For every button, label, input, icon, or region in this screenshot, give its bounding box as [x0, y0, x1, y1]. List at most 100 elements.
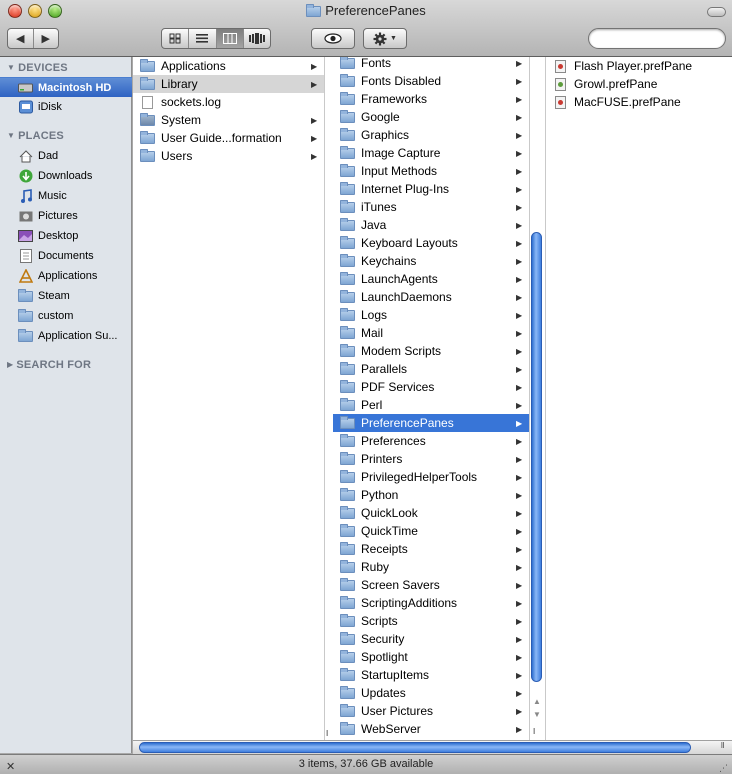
list-view-button[interactable] — [189, 29, 217, 48]
resize-grip-icon[interactable]: ⋰ — [719, 759, 728, 774]
folder-item[interactable]: Receipts ▶ — [333, 540, 529, 558]
sidebar-item-steam[interactable]: Steam — [0, 286, 132, 306]
toolbar-toggle-button[interactable] — [707, 7, 726, 17]
horizontal-scroll-thumb[interactable] — [139, 742, 691, 753]
item-label: Input Methods — [361, 164, 438, 178]
column-2-scroll-thumb[interactable] — [531, 232, 542, 682]
folder-item[interactable]: Applications ▶ — [133, 57, 324, 75]
folder-icon — [339, 91, 355, 106]
sidebar-item-macintosh-hd[interactable]: Macintosh HD — [0, 77, 132, 97]
disclosure-arrow-icon: ▶ — [516, 490, 523, 500]
folder-item[interactable]: Preferences ▶ — [333, 432, 529, 450]
disclosure-triangle-icon[interactable]: ▶ — [7, 360, 13, 369]
sidebar-item-dad[interactable]: Dad — [0, 146, 132, 166]
file-item[interactable]: Flash Player.prefPane — [546, 57, 732, 75]
folder-item[interactable]: System ▶ — [133, 111, 324, 129]
folder-item[interactable]: Keychains ▶ — [333, 252, 529, 270]
folder-item[interactable]: Fonts Disabled ▶ — [333, 72, 529, 90]
folder-item[interactable]: Parallels ▶ — [333, 360, 529, 378]
sidebar-item-desktop[interactable]: Desktop — [0, 226, 132, 246]
folder-item[interactable]: Google ▶ — [333, 108, 529, 126]
folder-item[interactable]: LaunchDaemons ▶ — [333, 288, 529, 306]
forward-button[interactable]: ▶ — [34, 29, 59, 48]
disclosure-triangle-icon[interactable]: ▼ — [7, 131, 15, 140]
folder-item[interactable]: Input Methods ▶ — [333, 162, 529, 180]
folder-item[interactable]: Keyboard Layouts ▶ — [333, 234, 529, 252]
file-item[interactable]: Growl.prefPane — [546, 75, 732, 93]
quick-look-button[interactable] — [311, 28, 355, 49]
folder-item[interactable]: LaunchAgents ▶ — [333, 270, 529, 288]
sidebar-item-custom[interactable]: custom — [0, 306, 132, 326]
item-label: Frameworks — [361, 92, 428, 106]
folder-icon — [339, 307, 355, 322]
folder-item[interactable]: Ruby ▶ — [333, 558, 529, 576]
disclosure-triangle-icon[interactable]: ▼ — [7, 63, 15, 72]
folder-item[interactable]: WebServer ▶ — [333, 720, 529, 738]
column-1-resize-handle[interactable]: ll — [324, 57, 333, 740]
folder-item[interactable]: PDF Services ▶ — [333, 378, 529, 396]
folder-item[interactable]: Frameworks ▶ — [333, 90, 529, 108]
sidebar-section-devices[interactable]: ▼ DEVICES — [7, 62, 68, 74]
sidebar-item-idisk[interactable]: iDisk — [0, 97, 132, 117]
horizontal-scrollbar: ◀ ▶ ll — [133, 740, 732, 754]
icon-view-button[interactable] — [162, 29, 190, 48]
folder-item[interactable]: PreferencePanes ▶ — [333, 414, 529, 432]
item-label: User Guide...formation — [161, 131, 282, 145]
chevron-down-icon: ▼ — [390, 35, 397, 42]
sidebar-item-downloads[interactable]: Downloads — [0, 166, 132, 186]
scroll-up-arrow[interactable]: ▲ — [533, 697, 541, 706]
folder-item[interactable]: User Pictures ▶ — [333, 702, 529, 720]
disclosure-arrow-icon: ▶ — [516, 706, 523, 716]
folder-item[interactable]: Python ▶ — [333, 486, 529, 504]
folder-item[interactable]: Fonts ▶ — [333, 57, 529, 72]
disclosure-arrow-icon: ▶ — [311, 115, 318, 125]
cover-flow-view-button[interactable] — [244, 29, 270, 48]
folder-item[interactable]: Printers ▶ — [333, 450, 529, 468]
folder-item[interactable]: Users ▶ — [133, 147, 324, 165]
folder-item[interactable]: PrivilegedHelperTools ▶ — [333, 468, 529, 486]
folder-item[interactable]: Logs ▶ — [333, 306, 529, 324]
folder-item[interactable]: Mail ▶ — [333, 324, 529, 342]
folder-item[interactable]: sockets.log — [133, 93, 324, 111]
folder-item[interactable]: iTunes ▶ — [333, 198, 529, 216]
system-folder-icon — [139, 112, 155, 127]
folder-item[interactable]: Internet Plug-Ins ▶ — [333, 180, 529, 198]
sidebar-item-application-su-[interactable]: Application Su... — [0, 326, 132, 346]
folder-item[interactable]: Scripts ▶ — [333, 612, 529, 630]
disclosure-arrow-icon: ▶ — [516, 634, 523, 644]
folder-item[interactable]: Graphics ▶ — [333, 126, 529, 144]
column-2-resize-handle[interactable]: ll — [533, 727, 535, 736]
sidebar-item-pictures[interactable]: Pictures — [0, 206, 132, 226]
sidebar-section-places[interactable]: ▼ PLACES — [7, 130, 64, 142]
folder-item[interactable]: Image Capture ▶ — [333, 144, 529, 162]
folder-item[interactable]: ScriptingAdditions ▶ — [333, 594, 529, 612]
scroll-down-arrow[interactable]: ▼ — [533, 710, 541, 719]
column-view-button[interactable] — [216, 29, 244, 48]
sidebar-item-applications[interactable]: Applications — [0, 266, 132, 286]
disclosure-arrow-icon: ▶ — [516, 688, 523, 698]
folder-item[interactable]: QuickTime ▶ — [333, 522, 529, 540]
sidebar-item-music[interactable]: Music — [0, 186, 132, 206]
folder-item[interactable]: Java ▶ — [333, 216, 529, 234]
folder-item[interactable]: Screen Savers ▶ — [333, 576, 529, 594]
back-button[interactable]: ◀ — [8, 29, 34, 48]
folder-item[interactable]: Modem Scripts ▶ — [333, 342, 529, 360]
sidebar-section-search-for[interactable]: ▶ SEARCH FOR — [7, 359, 91, 371]
folder-item[interactable]: Library ▶ — [133, 75, 324, 93]
folder-item[interactable]: User Guide...formation ▶ — [133, 129, 324, 147]
sidebar-item-documents[interactable]: Documents — [0, 246, 132, 266]
folder-item[interactable]: QuickLook ▶ — [333, 504, 529, 522]
folder-item[interactable]: Updates ▶ — [333, 684, 529, 702]
action-menu-button[interactable]: ▼ — [363, 28, 407, 49]
search-input[interactable] — [588, 28, 726, 49]
folder-item[interactable]: Spotlight ▶ — [333, 648, 529, 666]
folder-item[interactable]: Security ▶ — [333, 630, 529, 648]
folder-item[interactable]: Perl ▶ — [333, 396, 529, 414]
sidebar-item-label: Documents — [38, 250, 94, 262]
green-prefpane-icon — [552, 77, 568, 91]
file-item[interactable]: MacFUSE.prefPane — [546, 93, 732, 111]
folder-item[interactable]: StartupItems ▶ — [333, 666, 529, 684]
folder-icon — [339, 145, 355, 160]
section-label: PLACES — [18, 130, 64, 142]
column-3-resize-handle[interactable]: ll — [721, 741, 725, 750]
